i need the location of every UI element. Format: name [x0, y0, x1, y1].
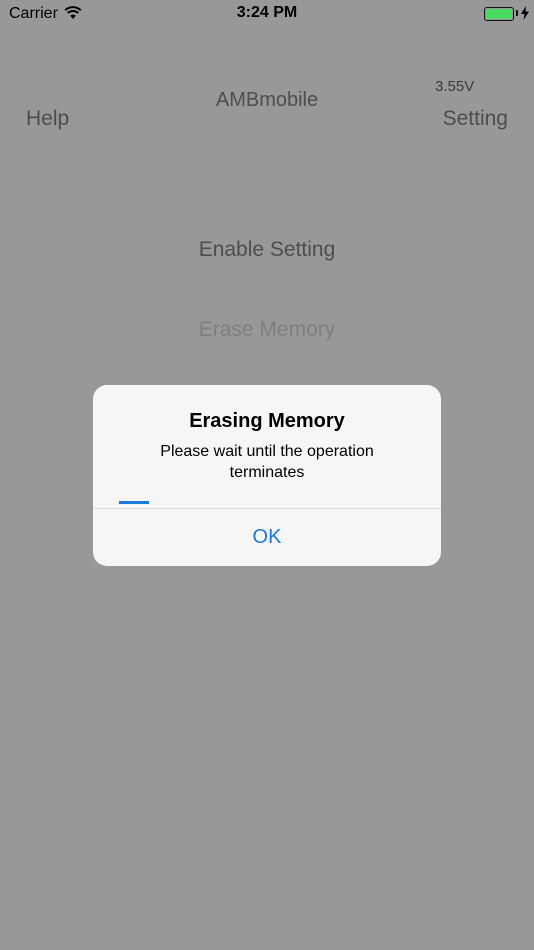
alert-dialog: Erasing Memory Please wait until the ope…	[93, 385, 441, 566]
voltage-readout: 3.55V	[435, 78, 475, 95]
status-bar: Carrier 3:24 PM	[0, 0, 534, 28]
enable-setting-button[interactable]: Enable Setting	[0, 238, 534, 262]
erase-memory-button[interactable]: Erase Memory	[0, 318, 534, 342]
status-time: 3:24 PM	[236, 4, 298, 21]
progress-fill	[119, 501, 149, 504]
ok-button[interactable]: OK	[93, 509, 441, 566]
progress-bar	[119, 501, 415, 504]
battery-icon	[484, 7, 514, 21]
alert-message: Please wait until the operation terminat…	[160, 443, 374, 481]
setting-button[interactable]: Setting	[443, 107, 508, 131]
alert-title: Erasing Memory	[189, 410, 345, 432]
charging-bolt-icon	[521, 6, 529, 25]
battery-tip	[516, 10, 518, 16]
battery-level	[486, 9, 512, 19]
